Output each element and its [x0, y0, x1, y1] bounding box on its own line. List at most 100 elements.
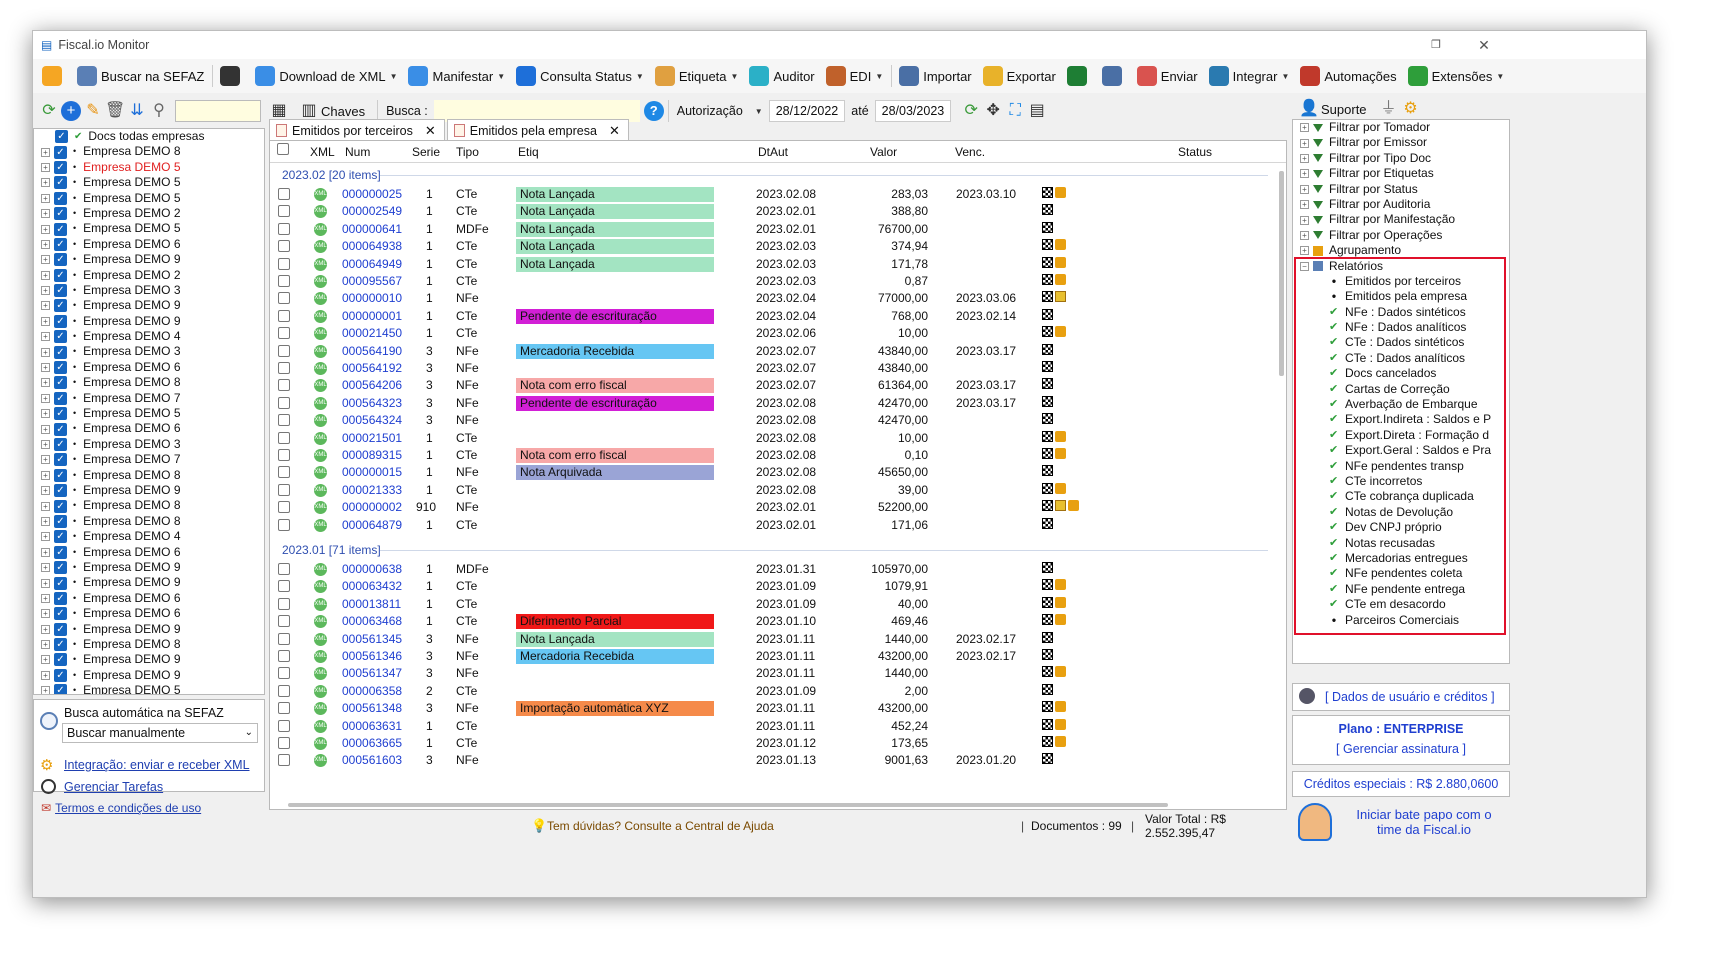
xml-icon[interactable]: XML [314, 580, 327, 594]
expand-icon[interactable]: + [41, 486, 50, 496]
tab-emitidos-empresa[interactable]: Emitidos pela empresa ✕ [446, 119, 629, 141]
expand-icon[interactable]: + [41, 640, 50, 650]
company-item[interactable]: + ✓ • Empresa DEMO 6 [34, 360, 264, 375]
tab-emitidos-terceiros[interactable]: Emitidos por terceiros ✕ [269, 119, 445, 141]
expand-icon[interactable]: + [41, 455, 50, 465]
doc-number[interactable]: 000089315 [342, 448, 402, 462]
expand-icon[interactable]: + [41, 670, 50, 680]
xml-icon[interactable]: XML [314, 431, 327, 445]
download-de-xml-button[interactable]: Download de XML ▼ [250, 62, 402, 90]
table-row[interactable]: XML 000063432 1 CTe 2023.01.09 1079,91 [270, 578, 1268, 595]
xml-icon[interactable]: XML [314, 240, 327, 254]
filter-item[interactable]: + Filtrar por Emissor [1293, 135, 1509, 150]
row-checkbox[interactable] [278, 615, 290, 628]
tree-root[interactable]: ✓ ✔ Docs todas empresas [34, 129, 264, 144]
expand-icon[interactable]: + [41, 547, 50, 557]
row-checkbox[interactable] [278, 292, 290, 305]
group-header[interactable]: 2023.01 [71 items] [282, 543, 381, 557]
column-header[interactable]: Venc. [955, 145, 985, 159]
checkbox[interactable]: ✓ [54, 145, 67, 159]
doc-number[interactable]: 000564323 [342, 396, 402, 410]
expand-icon[interactable]: + [41, 440, 50, 449]
chat-label[interactable]: Iniciar bate papo com o time da Fiscal.i… [1346, 807, 1502, 837]
row-checkbox[interactable] [278, 257, 290, 270]
xml-icon[interactable]: XML [314, 414, 327, 428]
company-item[interactable]: + ✓ • Empresa DEMO 8 [34, 144, 264, 159]
checkbox[interactable]: ✓ [54, 361, 67, 375]
checkbox[interactable]: ✓ [54, 376, 67, 390]
doc-number[interactable]: 000021501 [342, 431, 402, 445]
delete-icon[interactable]: 🗑 [105, 101, 125, 121]
horizontal-scrollbar[interactable] [288, 803, 1168, 807]
row-checkbox[interactable] [278, 396, 290, 409]
close-icon[interactable]: ✕ [425, 123, 436, 139]
checkbox[interactable]: ✓ [54, 591, 67, 605]
doc-number[interactable]: 000063432 [342, 579, 402, 593]
row-checkbox[interactable] [278, 632, 290, 645]
filter-item[interactable]: + Filtrar por Manifestação [1293, 212, 1509, 227]
expand-icon[interactable]: + [41, 424, 50, 434]
manage-subscription-link[interactable]: [ Gerenciar assinatura ] [1293, 742, 1509, 756]
collapse-icon[interactable]: ✥ [983, 101, 1003, 121]
checkbox[interactable]: ✓ [55, 130, 68, 144]
checkbox[interactable]: ✓ [54, 160, 67, 174]
doc-number[interactable]: 000561603 [342, 753, 402, 767]
column-header[interactable]: Num [345, 145, 370, 159]
expand-icon[interactable]: + [41, 147, 50, 157]
table-row[interactable]: XML 000564323 3 NFe Pendente de escrituração… [270, 395, 1268, 412]
sort-icon[interactable]: ⇊ [127, 101, 147, 121]
restore-button[interactable]: ❐ [1413, 31, 1459, 59]
excel-button[interactable] [1062, 62, 1096, 90]
doc-number[interactable]: 000000638 [342, 562, 402, 576]
table-row[interactable]: XML 000021333 1 CTe 2023.02.08 39,00 [270, 482, 1268, 499]
doc-number[interactable]: 000064938 [342, 239, 402, 253]
close-button[interactable]: ✕ [1461, 31, 1507, 59]
xml-icon[interactable]: XML [314, 737, 327, 750]
enviar-button[interactable]: Enviar [1132, 62, 1203, 90]
company-item[interactable]: + ✓ • Empresa DEMO 3 [34, 344, 264, 359]
expand-icon[interactable]: + [1300, 169, 1309, 179]
company-item[interactable]: + ✓ • Empresa DEMO 9 [34, 560, 264, 575]
doc-number[interactable]: 000064879 [342, 518, 402, 532]
xml-icon[interactable]: XML [314, 667, 327, 681]
company-item[interactable]: + ✓ • Empresa DEMO 4 [34, 329, 264, 344]
suporte-button[interactable]: 👤 Suporte ⏚ ⚙ [1299, 99, 1423, 119]
company-item[interactable]: + ✓ • Empresa DEMO 3 [34, 283, 264, 298]
filter-item[interactable]: + Filtrar por Operações [1293, 228, 1509, 243]
company-search-input[interactable] [175, 100, 261, 122]
row-checkbox[interactable] [278, 719, 290, 732]
xml-icon[interactable]: XML [314, 501, 327, 515]
expand-icon[interactable]: ⛶ [1005, 101, 1025, 121]
xml-icon[interactable]: XML [314, 563, 327, 576]
expand-icon[interactable]: + [41, 255, 50, 265]
row-checkbox[interactable] [278, 188, 290, 200]
doc-number[interactable]: 000021333 [342, 483, 402, 497]
expand-icon[interactable]: + [41, 301, 50, 311]
group-header[interactable]: 2023.02 [20 items] [282, 168, 381, 182]
checkbox[interactable]: ✓ [54, 438, 67, 451]
column-header[interactable]: Status [1178, 145, 1212, 159]
expand-icon[interactable]: + [41, 178, 50, 188]
xml-icon[interactable]: XML [314, 483, 327, 497]
table-row[interactable]: XML 000564206 3 NFe Nota com erro fiscal 2023… [270, 377, 1268, 394]
buscar-na-sefaz-button[interactable]: Buscar na SEFAZ [72, 62, 209, 90]
doc-number[interactable]: 000564190 [342, 344, 402, 358]
table-row[interactable]: XML 000561346 3 NFe Mercadoria Recebida 2023.… [270, 648, 1268, 665]
expand-icon[interactable]: + [1300, 184, 1309, 194]
checkbox[interactable]: ✓ [54, 668, 67, 682]
filter-item[interactable]: + Filtrar por Etiquetas [1293, 166, 1509, 181]
importar-button[interactable]: Importar [894, 62, 976, 90]
table-row[interactable]: XML 000064938 1 CTe Nota Lançada 2023.02.03 37… [270, 238, 1268, 255]
row-checkbox[interactable] [278, 327, 290, 340]
checkbox[interactable]: ✓ [54, 607, 67, 621]
expand-icon[interactable]: + [41, 239, 50, 249]
column-header[interactable]: XML [310, 145, 335, 159]
doc-number[interactable]: 000561347 [342, 666, 402, 680]
doc-number[interactable]: 000064949 [342, 257, 402, 271]
xml-icon[interactable]: XML [314, 597, 327, 611]
expand-icon[interactable]: + [41, 563, 50, 573]
document-icon[interactable]: ▦ [269, 101, 289, 121]
company-item[interactable]: + ✓ • Empresa DEMO 9 [34, 298, 264, 313]
table-row[interactable]: XML 000006358 2 CTe 2023.01.09 2,00 [270, 683, 1268, 700]
checkbox[interactable]: ✓ [54, 345, 67, 359]
